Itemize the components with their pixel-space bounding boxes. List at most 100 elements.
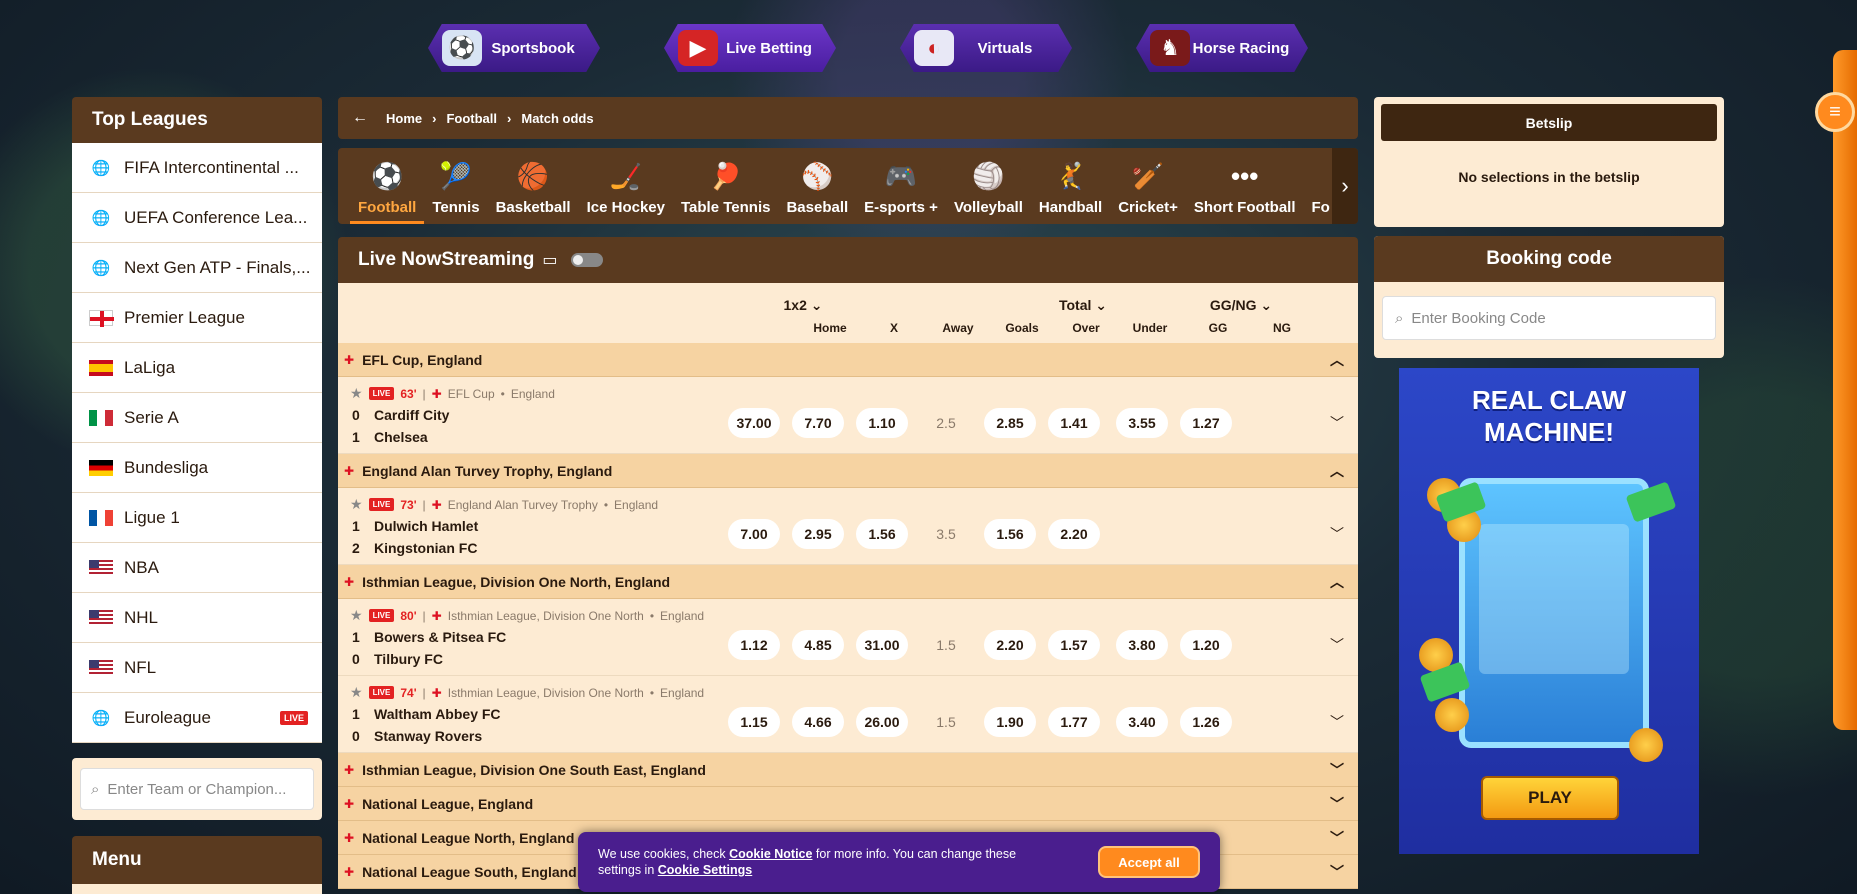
odd-gg[interactable]: 3.80 [1116,630,1168,660]
sport-icon: ⚾ [801,161,834,191]
league-item[interactable]: NHL [72,593,322,643]
side-drawer-tab[interactable] [1833,50,1857,730]
odd-home[interactable]: 1.15 [728,707,780,737]
sport-tab[interactable]: 🏐 Volleyball [946,161,1031,224]
match-row[interactable]: ★ LIVE 74' | ✚ Isthmian League, Division… [338,676,1358,753]
cookie-notice-link[interactable]: Cookie Notice [729,847,812,861]
market-total-select[interactable]: Total ⌄ [1048,297,1118,314]
chevron-right-icon[interactable]: › [1332,148,1358,224]
odd-draw[interactable]: 2.95 [792,519,844,549]
competition-header[interactable]: ✚ Isthmian League, Division One North, En… [338,565,1358,599]
competition-header[interactable]: ✚ Isthmian League, Division One South Eas… [338,753,1358,787]
odd-ng[interactable]: 1.20 [1180,630,1232,660]
sport-tab[interactable]: 🏀 Basketball [488,161,579,224]
match-row[interactable]: ★ LIVE 63' | ✚ EFL Cup • England 0 Cardif… [338,377,1358,454]
odd-away[interactable]: 26.00 [856,707,908,737]
sport-tab[interactable]: 🏒 Ice Hockey [579,161,673,224]
league-item[interactable]: NBA [72,543,322,593]
odd-draw[interactable]: 4.85 [792,630,844,660]
sport-icon: ••• [1231,161,1259,191]
market-ggng-select[interactable]: GG/NG ⌄ [1196,297,1286,314]
odd-home[interactable]: 1.12 [728,630,780,660]
nav-sportsbook[interactable]: ⚽ Sportsbook [428,24,600,72]
breadcrumb-match-odds: Match odds [521,110,594,126]
odd-ng[interactable]: 1.27 [1180,408,1232,438]
chevron-down-icon: ﹀ [1330,829,1344,846]
competition-header[interactable]: ✚ England Alan Turvey Trophy, England ︿ [338,454,1358,488]
league-item[interactable]: Ligue 1 [72,493,322,543]
sport-tab[interactable]: 🏏 Cricket+ [1110,161,1186,224]
sport-tab[interactable]: ⚾ Baseball [778,161,856,224]
sport-tab[interactable]: 🎮 E-sports + [856,161,946,224]
match-row[interactable]: ★ LIVE 73' | ✚ England Alan Turvey Troph… [338,488,1358,565]
chevron-down-icon[interactable]: ﹀ [1330,635,1344,655]
breadcrumb-home[interactable]: Home [386,111,422,126]
odd-over[interactable]: 1.90 [984,707,1036,737]
nav-virtuals[interactable]: ◐ Virtuals [900,24,1072,72]
live-play-icon: ▶ [678,30,718,66]
odd-under[interactable]: 2.20 [1048,519,1100,549]
chevron-down-icon[interactable]: ﹀ [1330,413,1344,433]
usa-flag-icon [88,659,114,677]
nav-horse-racing[interactable]: ♞ Horse Racing [1136,24,1308,72]
accept-all-button[interactable]: Accept all [1098,846,1200,878]
top-leagues-title: Top Leagues [72,97,322,143]
team-search-input[interactable]: ⌕ Enter Team or Champion... [80,768,314,810]
odd-under[interactable]: 1.57 [1048,630,1100,660]
league-item[interactable]: LaLiga [72,343,322,393]
sport-tab[interactable]: 🏓 Table Tennis [673,161,778,224]
odd-over[interactable]: 2.85 [984,408,1036,438]
odd-gg[interactable]: 3.40 [1116,707,1168,737]
cookie-settings-link[interactable]: Cookie Settings [658,863,752,877]
odd-over[interactable]: 1.56 [984,519,1036,549]
back-arrow-icon[interactable]: ← [352,109,368,127]
breadcrumb: ← Home › Football › Match odds [338,97,1358,139]
odd-draw[interactable]: 7.70 [792,408,844,438]
chevron-down-icon[interactable]: ﹀ [1330,524,1344,544]
hamburger-menu-icon[interactable]: ≡ [1815,92,1855,132]
market-1x2-select[interactable]: 1x2 ⌄ [768,297,838,314]
globe-flag-icon: 🌐 [91,259,111,277]
ad-play-button[interactable]: PLAY [1481,776,1619,820]
odd-away[interactable]: 1.56 [856,519,908,549]
match-row[interactable]: ★ LIVE 80' | ✚ Isthmian League, Division… [338,599,1358,676]
competition-header[interactable]: ✚ EFL Cup, England ︿ [338,343,1358,377]
league-item[interactable]: Bundesliga [72,443,322,493]
star-icon[interactable]: ★ [350,385,363,402]
sport-tab[interactable]: 🎾 Tennis [424,161,487,224]
chevron-down-icon[interactable]: ﹀ [1330,712,1344,732]
league-item[interactable]: 🌐 Euroleague LIVE [72,693,322,743]
odd-away[interactable]: 1.10 [856,408,908,438]
odd-ng[interactable]: 1.26 [1180,707,1232,737]
league-item[interactable]: NFL [72,643,322,693]
sport-tab[interactable]: ••• Short Football [1186,161,1304,224]
odd-over[interactable]: 2.20 [984,630,1036,660]
odd-draw[interactable]: 4.66 [792,707,844,737]
league-item[interactable]: 🌐 UEFA Conference Lea... [72,193,322,243]
breadcrumb-football[interactable]: Football [446,111,497,126]
competition-header[interactable]: ✚ National League, England ﹀ [338,787,1358,821]
nav-live-betting[interactable]: ▶ Live Betting [664,24,836,72]
sport-icon: 🏀 [516,161,550,191]
booking-code-input[interactable]: ⌕ Enter Booking Code [1382,296,1716,340]
sport-tab[interactable]: ⚽ Football [350,161,425,224]
star-icon[interactable]: ★ [350,496,363,513]
odd-gg[interactable]: 3.55 [1116,408,1168,438]
streaming-toggle[interactable] [571,253,604,267]
league-item[interactable]: Premier League [72,293,322,343]
odd-under[interactable]: 1.77 [1048,707,1100,737]
odd-away[interactable]: 31.00 [856,630,908,660]
sport-icon: 🎾 [439,161,473,191]
sport-tab[interactable]: 🤾 Handball [1031,161,1110,224]
chevron-up-icon: ︿ [1330,573,1344,590]
star-icon[interactable]: ★ [350,607,363,624]
claw-machine-ad[interactable]: REAL CLAW MACHINE! PLAY [1399,368,1699,854]
star-icon[interactable]: ★ [350,684,363,701]
league-item[interactable]: 🌐 Next Gen ATP - Finals,... [72,243,322,293]
odd-under[interactable]: 1.41 [1048,408,1100,438]
odd-home[interactable]: 7.00 [728,519,780,549]
league-item[interactable]: 🌐 FIFA Intercontinental ... [72,143,322,193]
chevron-up-icon: ︿ [1330,462,1344,479]
league-item[interactable]: Serie A [72,393,322,443]
odd-home[interactable]: 37.00 [728,408,780,438]
